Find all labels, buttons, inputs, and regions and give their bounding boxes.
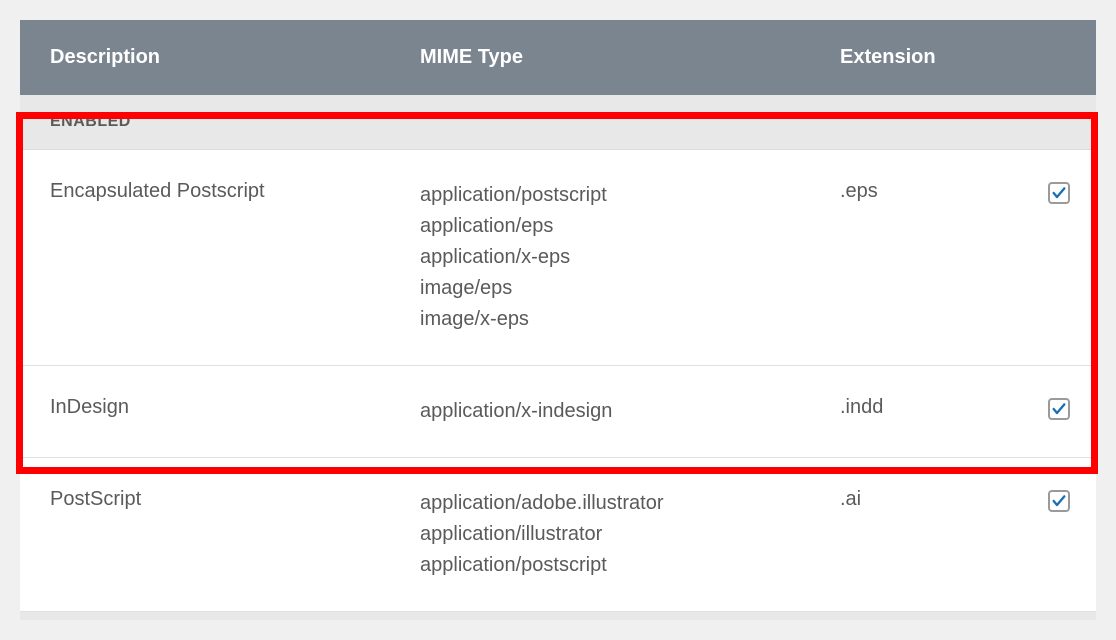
row-description: Encapsulated Postscript [50,180,420,203]
enable-checkbox[interactable] [1048,490,1070,512]
mime-type-value: application/x-eps [420,242,840,273]
table-footer-spacer [20,612,1096,620]
header-mime-type: MIME Type [420,46,840,69]
mime-type-table: Description MIME Type Extension ENABLED … [20,20,1096,620]
row-extension: .ai [840,488,1020,511]
section-header-enabled: ENABLED [20,95,1096,150]
table-header-row: Description MIME Type Extension [20,20,1096,95]
mime-type-value: image/eps [420,273,840,304]
table-row: Encapsulated Postscriptapplication/posts… [20,150,1096,366]
row-description: InDesign [50,396,420,419]
enable-checkbox[interactable] [1048,398,1070,420]
row-extension: .eps [840,180,1020,203]
row-description: PostScript [50,488,420,511]
mime-type-value: application/eps [420,211,840,242]
checkmark-icon [1051,185,1067,201]
mime-type-value: application/x-indesign [420,396,840,427]
row-extension: .indd [840,396,1020,419]
row-mime-types: application/x-indesign [420,396,840,427]
enable-checkbox[interactable] [1048,182,1070,204]
mime-type-value: application/adobe.illustrator [420,488,840,519]
table-row: PostScriptapplication/adobe.illustratora… [20,458,1096,612]
checkmark-icon [1051,493,1067,509]
mime-type-value: application/illustrator [420,519,840,550]
row-mime-types: application/postscriptapplication/epsapp… [420,180,840,335]
mime-type-value: application/postscript [420,550,840,581]
checkmark-icon [1051,401,1067,417]
table-body: ENABLED Encapsulated Postscriptapplicati… [20,95,1096,620]
header-description: Description [50,46,420,69]
row-mime-types: application/adobe.illustratorapplication… [420,488,840,581]
mime-type-value: application/postscript [420,180,840,211]
mime-type-value: image/x-eps [420,304,840,335]
table-row: InDesignapplication/x-indesign.indd [20,366,1096,458]
header-extension: Extension [840,46,1020,69]
